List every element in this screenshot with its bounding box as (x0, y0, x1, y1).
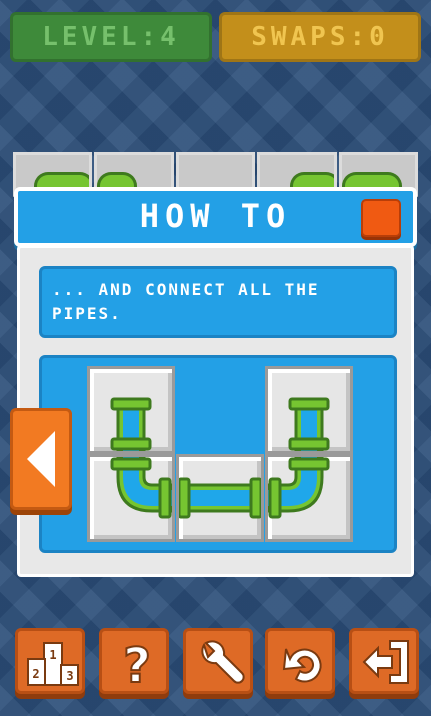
previous-page-button[interactable] (10, 408, 72, 510)
swaps-display: SWAPS: 0 (219, 12, 421, 62)
undo-icon (282, 648, 322, 683)
exit-button[interactable] (349, 628, 419, 694)
level-value: 4 (160, 22, 180, 52)
arrow-left-icon (27, 431, 55, 487)
tip-text: ... AND CONNECT ALL THE PIPES. (52, 280, 320, 323)
exit-icon (362, 640, 409, 684)
close-button[interactable] (361, 199, 401, 237)
tile-vertical-pipe-right (265, 366, 353, 454)
tip-box: ... AND CONNECT ALL THE PIPES. (39, 266, 397, 338)
dialog-header: HOW TO (14, 187, 417, 247)
swaps-value: 0 (369, 22, 389, 52)
level-label: LEVEL: (42, 22, 161, 52)
settings-button[interactable] (183, 628, 253, 694)
bottom-toolbar: 1 2 3 ? (15, 628, 420, 698)
question-icon: ? (122, 637, 152, 687)
how-to-dialog: HOW TO ... AND CONNECT ALL THE PIPES. (14, 187, 417, 579)
wrench-icon (201, 640, 245, 684)
podium-second-number: 2 (32, 667, 39, 681)
swaps-label: SWAPS: (251, 22, 370, 52)
tile-horizontal-pipe (176, 454, 264, 542)
level-display: LEVEL: 4 (10, 12, 212, 62)
podium-first-number: 1 (49, 648, 56, 662)
help-glyph: ? (123, 638, 151, 687)
help-button[interactable]: ? (99, 628, 169, 694)
undo-button[interactable] (265, 628, 335, 694)
tile-vertical-pipe-left (87, 366, 175, 454)
podium-third-number: 3 (66, 669, 73, 683)
podium-icon: 1 2 3 (27, 642, 79, 686)
example-board (39, 355, 397, 553)
dialog-title: HOW TO (139, 197, 292, 235)
tile-elbow-right (265, 454, 353, 542)
tile-elbow-left (87, 454, 175, 542)
dialog-body: ... AND CONNECT ALL THE PIPES. (17, 245, 414, 577)
leaderboard-button[interactable]: 1 2 3 (15, 628, 85, 694)
